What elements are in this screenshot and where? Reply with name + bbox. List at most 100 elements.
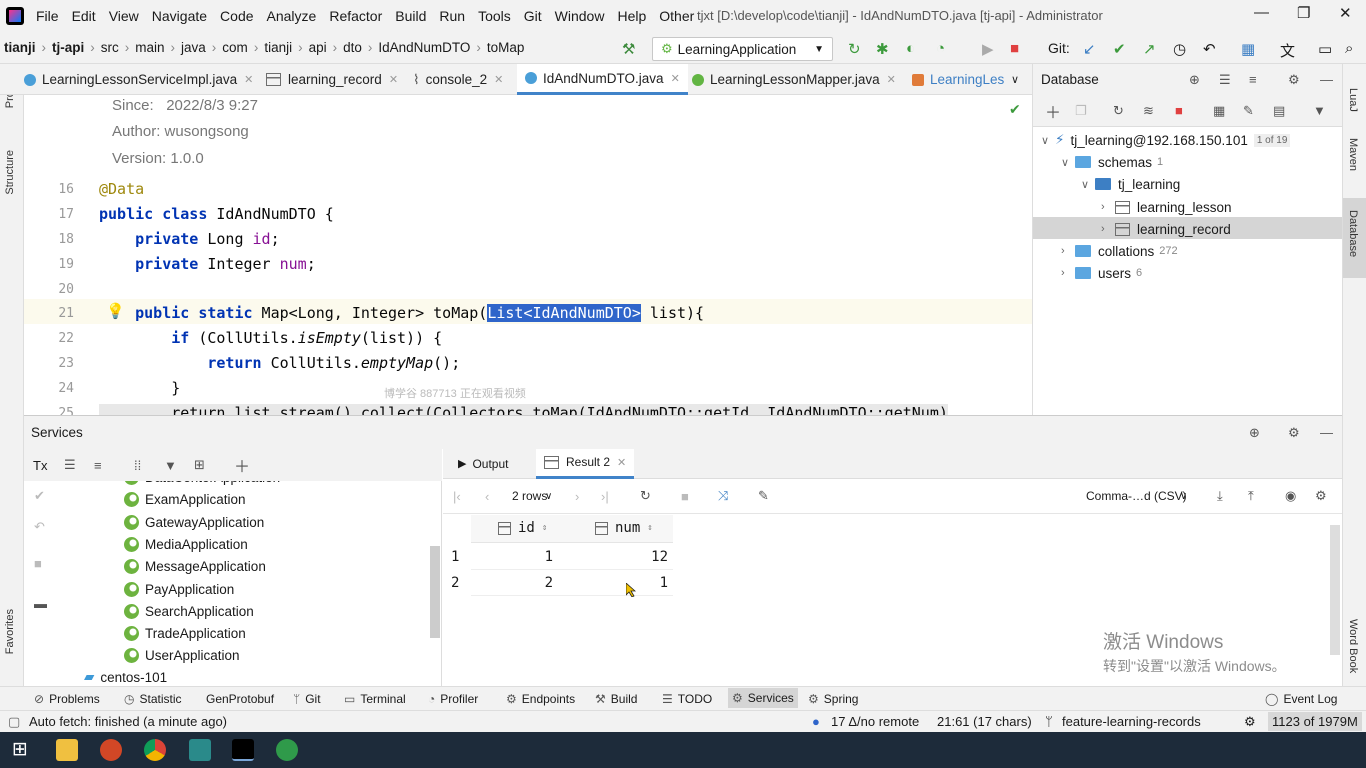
table-view-icon[interactable]: ▦ xyxy=(1213,103,1225,119)
layout-icon[interactable]: ▬ xyxy=(34,596,47,611)
breadcrumb-item[interactable]: tj-api xyxy=(52,40,84,55)
column-header-num[interactable]: num ⇕ xyxy=(595,520,653,536)
tab-console-2[interactable]: ⌇ console_2 ✕ xyxy=(413,64,503,95)
commit-icon[interactable]: ✔ xyxy=(34,488,45,504)
word-book-tool-tab[interactable]: Word Book xyxy=(1347,619,1359,673)
close-icon[interactable]: ✕ xyxy=(389,73,398,86)
windows-start-icon[interactable]: ⊞ xyxy=(12,738,28,761)
breadcrumb-item[interactable]: src xyxy=(101,40,119,55)
tool-endpoints[interactable]: ⚙ Endpoints xyxy=(506,692,575,706)
service-item[interactable]: TradeApplication xyxy=(124,626,246,642)
database-tool-tab[interactable]: Database xyxy=(1347,210,1359,257)
group-icon[interactable]: ⁞⁞ xyxy=(134,458,141,473)
download-icon[interactable]: ⤓ xyxy=(1217,488,1223,504)
refresh-icon[interactable]: ↻ xyxy=(640,488,651,504)
column-header-id[interactable]: id ⇕ xyxy=(498,520,547,536)
copy-icon[interactable]: ❐ xyxy=(1075,103,1087,119)
menu-navigate[interactable]: Navigate xyxy=(152,8,207,24)
search-icon[interactable]: ⌕ xyxy=(1345,40,1353,57)
console-icon[interactable]: ▤ xyxy=(1273,103,1285,119)
tool-event-log[interactable]: ◯ Event Log xyxy=(1265,692,1337,706)
tool-todo[interactable]: ☰ TODO xyxy=(662,692,712,706)
menu-refactor[interactable]: Refactor xyxy=(329,8,382,24)
new-tab-icon[interactable]: ⊞ xyxy=(194,457,205,473)
services-scrollbar[interactable] xyxy=(430,546,440,638)
close-icon[interactable]: ✕ xyxy=(494,73,503,86)
menu-edit[interactable]: Edit xyxy=(72,8,96,24)
tool-genprotobuf[interactable]: GenProtobuf xyxy=(206,692,274,706)
breadcrumb-item[interactable]: dto xyxy=(343,40,362,55)
cell-id[interactable]: 2 xyxy=(493,575,553,591)
tree-collations[interactable]: › collations 272 xyxy=(1061,240,1178,262)
present-icon[interactable]: ▭ xyxy=(1318,40,1332,58)
breadcrumb-item[interactable]: com xyxy=(222,40,248,55)
tree-table-learning-lesson[interactable]: › learning_lesson xyxy=(1101,196,1232,218)
settings-icon[interactable]: ⚙ xyxy=(1244,714,1256,730)
first-page-icon[interactable]: |‹ xyxy=(453,489,461,504)
history-icon[interactable]: ◷ xyxy=(1173,40,1186,58)
menu-run[interactable]: Run xyxy=(439,8,465,24)
menu-build[interactable]: Build xyxy=(395,8,426,24)
collapse-all-icon[interactable]: ≡ xyxy=(94,458,102,473)
menu-help[interactable]: Help xyxy=(617,8,646,24)
caret-position[interactable]: 21:61 (17 chars) xyxy=(937,714,1032,729)
breadcrumb-item[interactable]: tianji xyxy=(4,40,36,55)
menu-tools[interactable]: Tools xyxy=(478,8,511,24)
translate-icon[interactable]: 文 xyxy=(1280,40,1295,61)
run-icon[interactable]: ▶ xyxy=(982,40,994,58)
tool-services[interactable]: ⚙ Services xyxy=(728,688,798,708)
maximize-button[interactable]: ❐ xyxy=(1297,4,1310,22)
build-hammer-icon[interactable]: ⚒ xyxy=(622,40,635,58)
next-page-icon[interactable]: › xyxy=(575,489,579,504)
tab-learning-record[interactable]: learning_record ✕ xyxy=(266,64,398,95)
run-config-select[interactable]: ⚙ LearningApplication ▼ xyxy=(652,37,833,61)
schema-icon[interactable]: ≋ xyxy=(1143,103,1154,119)
coverage-icon[interactable]: ◐ xyxy=(906,40,915,57)
gear-icon[interactable]: ⚙ xyxy=(1288,72,1300,88)
tree-connection[interactable]: ∨ ⚡ tj_learning@192.168.150.101 1 of 19 xyxy=(1041,129,1291,151)
close-icon[interactable]: ✕ xyxy=(244,73,253,86)
status-panel-icon[interactable]: ▢ xyxy=(8,714,20,730)
filter-icon[interactable]: ▼ xyxy=(164,458,177,473)
compare-icon[interactable]: ⤨ xyxy=(718,488,728,504)
rerun-icon[interactable]: ↻ xyxy=(848,40,861,58)
git-branch[interactable]: feature-learning-records xyxy=(1062,714,1201,729)
service-item[interactable]: MediaApplication xyxy=(124,536,248,552)
tab-learning-lesson-mapper[interactable]: LearningLessonMapper.java ✕ xyxy=(692,64,896,95)
pin-icon[interactable]: ✎ xyxy=(758,488,769,504)
git-commit-icon[interactable]: ✔ xyxy=(1113,40,1126,58)
close-window-button[interactable]: ✕ xyxy=(1339,4,1352,22)
collapse-all-icon[interactable]: ≡ xyxy=(1249,72,1257,87)
service-item[interactable]: PayApplication xyxy=(124,581,234,597)
tab-output[interactable]: ▶ Output xyxy=(458,457,509,471)
tool-statistic[interactable]: ◷ Statistic xyxy=(124,692,182,706)
tab-id-and-num-dto[interactable]: IdAndNumDTO.java ✕ xyxy=(517,64,688,95)
service-item[interactable]: ExamApplication xyxy=(124,492,246,508)
sort-icon[interactable]: ⇕ xyxy=(647,523,652,533)
filter-icon[interactable]: ▼ xyxy=(1313,103,1326,118)
memory-indicator[interactable]: 1123 of 1979M xyxy=(1268,712,1362,731)
rollback-icon[interactable]: ↶ xyxy=(1203,40,1216,58)
tool-build[interactable]: ⚒ Build xyxy=(595,692,637,706)
menu-git[interactable]: Git xyxy=(524,8,542,24)
export-format-select[interactable]: Comma-…d (CSV) xyxy=(1086,489,1187,503)
target-icon[interactable]: ⊕ xyxy=(1249,425,1260,441)
close-icon[interactable]: ✕ xyxy=(671,72,680,85)
service-item[interactable]: GatewayApplication xyxy=(124,514,264,530)
menu-view[interactable]: View xyxy=(109,8,139,24)
tree-schemas[interactable]: ∨ schemas 1 xyxy=(1061,151,1163,173)
add-icon[interactable]: ＋ xyxy=(234,453,250,477)
add-icon[interactable]: ＋ xyxy=(1045,99,1061,123)
project-structure-icon[interactable]: ▦ xyxy=(1241,40,1255,58)
tool-terminal[interactable]: ▭ Terminal xyxy=(344,692,406,706)
breadcrumb-item[interactable]: java xyxy=(181,40,206,55)
file-explorer-icon[interactable] xyxy=(56,739,78,761)
status-remote[interactable]: 17 Δ/no remote xyxy=(831,714,919,729)
expand-all-icon[interactable]: ☰ xyxy=(64,457,76,473)
git-update-icon[interactable]: ↙ xyxy=(1083,40,1096,58)
cell-num[interactable]: 1 xyxy=(608,575,668,591)
upload-icon[interactable]: ⤒ xyxy=(1248,488,1254,504)
prev-page-icon[interactable]: ‹ xyxy=(485,489,489,504)
menu-window[interactable]: Window xyxy=(555,8,605,24)
menu-file[interactable]: File xyxy=(36,8,59,24)
